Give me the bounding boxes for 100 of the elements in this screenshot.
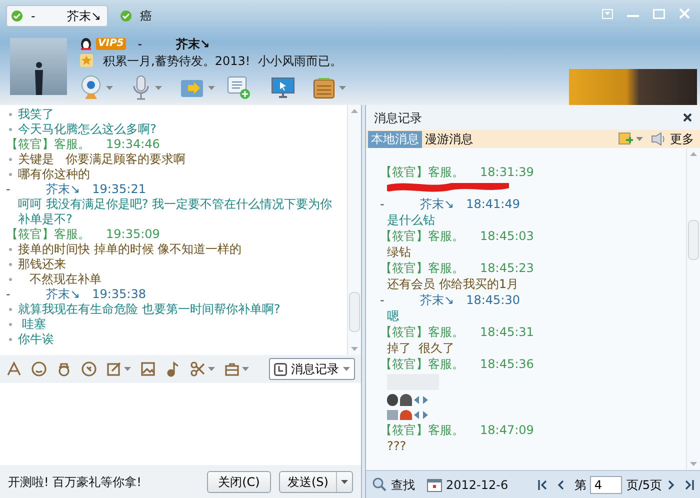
scroll-down-icon[interactable] xyxy=(351,347,358,351)
bullet-icon xyxy=(9,113,12,116)
smiley-icon[interactable] xyxy=(31,361,47,377)
page-input-field[interactable]: 4 xyxy=(590,476,622,494)
sender-name: 【筱官】客服。 xyxy=(380,324,464,340)
sticker-icon xyxy=(387,410,398,420)
speaker-icon[interactable] xyxy=(651,132,667,146)
search-icon[interactable] xyxy=(372,477,387,492)
signature-text: 积累一月,蓄势待发。2013! 小小风雨而已。 xyxy=(103,52,342,68)
search-button[interactable]: 查找 xyxy=(391,476,415,492)
message-add-icon[interactable] xyxy=(227,76,251,100)
sender-name: 【筱官】客服。 xyxy=(380,228,464,244)
message-text: 关键是 你要满足顾客的要求啊 xyxy=(17,152,186,167)
monitor-icon[interactable] xyxy=(271,77,295,99)
image-icon[interactable] xyxy=(140,361,156,377)
message-text: 掉了 很久了 xyxy=(387,340,455,356)
bullet-icon xyxy=(9,263,12,266)
ad-text[interactable]: 开测啦! 百万豪礼等你拿! xyxy=(8,474,142,490)
sender-name: 【筱官】客服。 xyxy=(380,422,464,438)
bullet-icon xyxy=(9,158,12,161)
game-ad-banner[interactable] xyxy=(569,69,697,105)
first-page-icon[interactable] xyxy=(538,480,548,490)
dash-mark: - xyxy=(6,182,12,197)
message-time: 18:45:36 xyxy=(480,356,534,372)
message-time: 18:41:49 xyxy=(466,196,520,212)
message-text: 你牛诶 xyxy=(17,332,54,347)
message-text: ??? xyxy=(387,438,406,454)
previous-page-icon[interactable] xyxy=(556,480,566,490)
avatar-photo-placeholder[interactable] xyxy=(10,38,67,95)
status-icon xyxy=(11,10,23,22)
scroll-down-icon[interactable] xyxy=(690,462,697,466)
dash-mark: - xyxy=(380,292,386,308)
caret-icon[interactable] xyxy=(208,367,215,371)
sender-name: 芥末↘ xyxy=(46,182,80,197)
vip-label: VIP5 xyxy=(96,38,126,50)
left-right-arrows-icon[interactable] xyxy=(414,396,428,404)
page-label: 第 xyxy=(574,476,586,492)
box-icon[interactable] xyxy=(313,77,335,99)
message-text: 今天马化腾怎么这么多啊? xyxy=(17,122,156,137)
more-button[interactable]: 更多 xyxy=(670,131,694,147)
panel-title: 消息记录 xyxy=(374,110,422,126)
next-page-icon[interactable] xyxy=(666,480,676,490)
font-icon[interactable] xyxy=(6,361,22,377)
calendar-icon[interactable] xyxy=(427,478,442,492)
bullet-icon xyxy=(9,308,12,311)
sender-name: 【筱官】客服。 xyxy=(6,137,90,152)
message-time: 18:45:30 xyxy=(466,292,520,308)
message-time: 19:34:46 xyxy=(106,137,160,152)
caret-icon[interactable] xyxy=(242,367,249,371)
history-tab[interactable]: 漫游消息 xyxy=(422,130,476,148)
tab-label: 芥末↘ xyxy=(67,8,102,24)
history-button[interactable]: 消息记录 xyxy=(269,358,355,380)
star-icon xyxy=(80,54,93,67)
webcam-icon[interactable] xyxy=(80,75,102,101)
scroll-up-icon[interactable] xyxy=(690,152,697,156)
sender-name: 【筱官】客服。 xyxy=(380,164,464,180)
scissors-icon[interactable] xyxy=(190,361,206,377)
caret-icon[interactable] xyxy=(636,137,643,141)
sticker-icon xyxy=(400,394,412,406)
bullet-icon xyxy=(9,323,12,326)
chat-tab[interactable]: - 芥末↘ xyxy=(6,5,108,27)
caret-icon[interactable] xyxy=(124,367,131,371)
export-icon[interactable] xyxy=(618,132,634,146)
bullet-icon xyxy=(9,248,12,251)
close-icon[interactable] xyxy=(683,113,692,122)
scroll-thumb[interactable] xyxy=(688,220,699,260)
tab-label: 癌 xyxy=(140,8,152,24)
scroll-thumb[interactable] xyxy=(349,292,360,332)
edit-icon[interactable] xyxy=(106,361,122,377)
message-text: 我笑了 xyxy=(17,107,54,122)
message-text: 呵呵 我没有满足你是吧? 我一定要不管在什么情况下要为你补单是不? xyxy=(17,197,333,227)
last-page-icon[interactable] xyxy=(684,480,694,490)
left-right-arrows-icon[interactable] xyxy=(414,411,428,419)
message-time: 18:45:03 xyxy=(480,228,534,244)
message-text: 接单的时间快 掉单的时候 像不知道一样的 xyxy=(17,242,242,257)
sender-name: 芥末↘ xyxy=(46,287,80,302)
sender-name: 【筱官】客服。 xyxy=(6,227,90,242)
message-text: 还有会员 你给我买的1月 xyxy=(387,276,518,292)
caret-icon[interactable] xyxy=(341,480,348,484)
chat-tab[interactable]: 癌 xyxy=(116,5,156,27)
message-text: 是什么钻 xyxy=(387,212,435,228)
person-silhouette-icon xyxy=(32,61,44,95)
scrollbar[interactable] xyxy=(347,105,361,355)
microphone-icon[interactable] xyxy=(131,75,151,101)
message-time: 19:35:09 xyxy=(106,227,160,242)
message-time: 19:35:38 xyxy=(92,287,146,302)
briefcase-icon[interactable] xyxy=(224,361,240,377)
scroll-up-icon[interactable] xyxy=(351,109,358,113)
page-count: 页/5页 xyxy=(626,476,662,492)
close-button[interactable]: 关闭(C) xyxy=(207,470,271,492)
scrollbar[interactable] xyxy=(686,148,700,470)
sender-name: 【筱官】客服。 xyxy=(380,260,464,276)
date-text[interactable]: 2012-12-6 xyxy=(446,476,508,492)
message-time: 19:35:21 xyxy=(92,182,146,197)
message-text: 绿钻 xyxy=(387,244,411,260)
dash-mark: - xyxy=(380,196,386,212)
caret-icon[interactable] xyxy=(343,367,350,371)
sticker-icon xyxy=(400,410,412,420)
music-note-icon[interactable] xyxy=(165,361,181,377)
sender-name: 芥末↘ xyxy=(420,292,454,308)
